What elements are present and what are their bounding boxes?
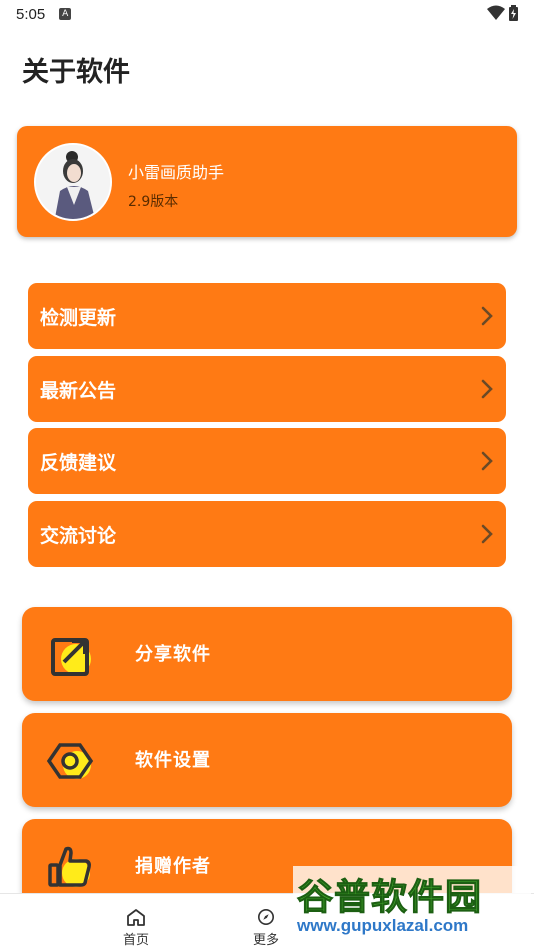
app-settings-card[interactable]: 软件设置: [22, 713, 512, 807]
app-name: 小雷画质助手: [128, 163, 225, 182]
notification-icon: A: [59, 8, 72, 20]
nav-more-label: 更多: [252, 933, 279, 948]
settings-icon: [46, 743, 94, 779]
wifi-icon: [487, 5, 505, 20]
status-right: [487, 5, 518, 21]
menu-item-label: 交流讨论: [40, 524, 117, 547]
menu-item-label: 检测更新: [40, 306, 117, 329]
home-icon: [127, 909, 145, 926]
status-bar: 5:05 A: [0, 0, 534, 28]
battery-icon: [509, 5, 518, 21]
thumbs-up-icon: [48, 846, 91, 887]
menu-item-check-update[interactable]: 检测更新: [28, 283, 506, 349]
watermark-title: 谷普软件园: [296, 877, 483, 919]
app-info-card: 小雷画质助手 2.9版本: [17, 126, 517, 237]
card-label: 分享软件: [135, 644, 211, 665]
chevron-right-icon: [481, 306, 493, 326]
chevron-right-icon: [481, 524, 493, 544]
watermark-url: www.gupuxlazal.com: [297, 916, 469, 935]
share-icon: [51, 638, 91, 676]
card-label: 捐赠作者: [135, 856, 211, 877]
card-label: 软件设置: [135, 750, 211, 771]
menu-item-feedback[interactable]: 反馈建议: [28, 428, 506, 494]
app-avatar: [34, 143, 112, 221]
nav-more[interactable]: 更多: [241, 908, 291, 948]
watermark: 谷普软件园 www.gupuxlazal.com: [293, 866, 531, 948]
chevron-right-icon: [481, 379, 493, 399]
page-title: 关于软件: [22, 57, 130, 88]
chevron-right-icon: [481, 451, 493, 471]
menu-item-discussion[interactable]: 交流讨论: [28, 501, 506, 567]
compass-icon: [257, 908, 275, 926]
menu-item-announcement[interactable]: 最新公告: [28, 356, 506, 422]
nav-home[interactable]: 首页: [111, 908, 161, 948]
status-time: 5:05: [16, 5, 46, 23]
menu-item-label: 反馈建议: [40, 451, 117, 474]
nav-home-label: 首页: [122, 933, 149, 948]
menu-item-label: 最新公告: [40, 379, 117, 402]
app-version: 2.9版本: [128, 194, 179, 210]
share-app-card[interactable]: 分享软件: [22, 607, 512, 701]
